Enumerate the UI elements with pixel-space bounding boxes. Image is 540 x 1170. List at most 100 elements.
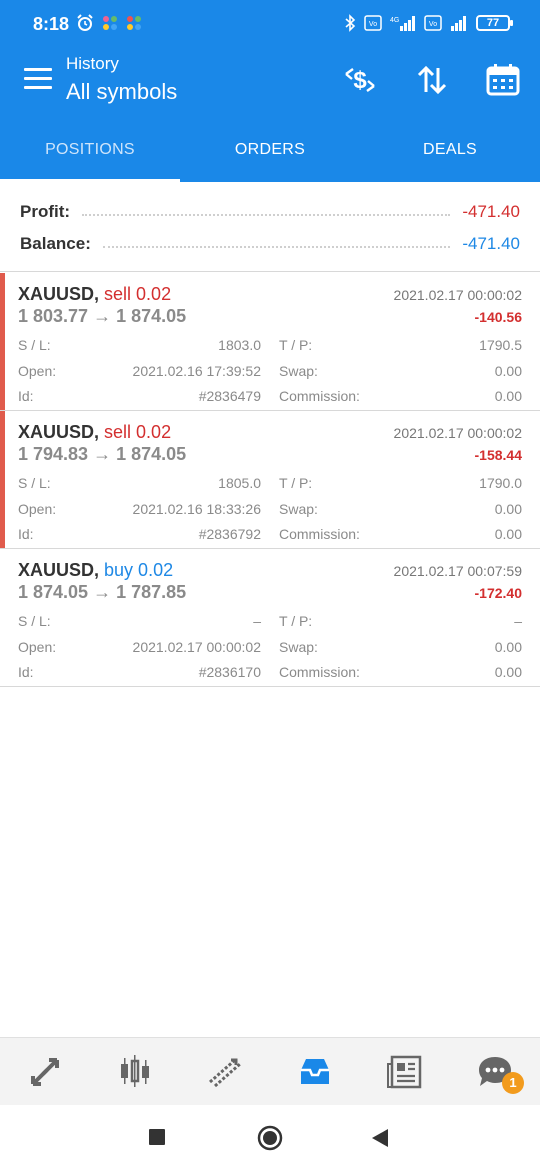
open-value: 2021.02.17 00:00:02 <box>132 638 261 655</box>
tab-orders[interactable]: ORDERS <box>180 118 360 182</box>
tab-positions[interactable]: POSITIONS <box>0 118 180 182</box>
sort-icon <box>417 65 447 95</box>
tp-label: T / P: <box>279 337 313 353</box>
sort-button[interactable] <box>412 60 452 100</box>
profit-value: -471.40 <box>462 202 520 221</box>
id-value: #2836170 <box>198 664 261 680</box>
news-icon <box>387 1055 422 1088</box>
tp-label: T / P: <box>279 475 313 491</box>
nav-trade[interactable] <box>180 1038 270 1105</box>
hamburger-icon-line <box>24 77 52 80</box>
trade-icon <box>209 1058 241 1087</box>
swap-label: Swap: <box>279 500 318 517</box>
id-value: #2836479 <box>198 388 261 404</box>
volte-icon: Vo <box>364 15 382 31</box>
dollar-exchange-icon: $ <box>345 67 375 94</box>
position-marker <box>0 411 5 548</box>
tp-label: T / P: <box>279 613 313 629</box>
position-profit: -172.40 <box>474 585 522 601</box>
swap-value: 0.00 <box>494 500 522 517</box>
hamburger-icon-line <box>24 86 52 89</box>
position-marker <box>0 273 5 410</box>
page-title[interactable]: All symbols <box>66 79 177 105</box>
status-system-icons: Vo 4G Vo 77 <box>344 14 513 32</box>
profit-label: Profit: <box>20 202 71 221</box>
nav-history[interactable] <box>270 1038 360 1105</box>
position-close-time: 2021.02.17 00:00:02 <box>393 287 522 303</box>
nav-chart[interactable] <box>90 1038 180 1105</box>
tp-value: 1790.5 <box>479 337 522 353</box>
position-prices: 1 803.77 → 1 874.05 <box>18 306 187 326</box>
list-item[interactable]: XAUUSD, sell 0.02 2021.02.17 00:00:02 1 … <box>0 411 540 549</box>
position-side: sell 0.02 <box>104 284 172 304</box>
position-symbol: XAUUSD, <box>18 284 100 304</box>
svg-text:Vo: Vo <box>429 21 437 28</box>
menu-button[interactable] <box>24 68 52 92</box>
svg-text:$: $ <box>353 67 367 94</box>
commission-value: 0.00 <box>494 388 522 404</box>
bottom-navigation: 1 <box>0 1037 540 1105</box>
sl-value: 1803.0 <box>218 337 261 353</box>
history-icon <box>301 1058 329 1084</box>
id-value: #2836792 <box>198 526 261 542</box>
signal-icon: 4G <box>390 16 415 31</box>
app-notification-icon <box>103 16 117 30</box>
calendar-button[interactable] <box>483 60 523 100</box>
page-subtitle: History <box>66 54 119 73</box>
sl-value: – <box>253 613 261 629</box>
home-circle-icon <box>257 1125 283 1151</box>
position-details: S / L: 1803.0 T / P: 1790.5 Open: 2021.02.16… <box>18 333 522 410</box>
bluetooth-icon <box>345 14 356 32</box>
position-prices: 1 874.05 → 1 787.85 <box>18 582 187 602</box>
commission-value: 0.00 <box>494 664 522 680</box>
position-profit: -140.56 <box>474 309 522 325</box>
square-icon <box>149 1129 165 1145</box>
signal-icon-2 <box>451 16 466 31</box>
recents-button[interactable] <box>149 1129 165 1150</box>
status-notification-icons <box>76 14 142 32</box>
position-profit: -158.44 <box>474 447 522 463</box>
dotted-leader <box>82 208 451 216</box>
deposit-withdraw-button[interactable]: $ <box>340 60 380 100</box>
open-value: 2021.02.16 17:39:52 <box>132 362 261 379</box>
position-close-time: 2021.02.17 00:00:02 <box>393 425 522 441</box>
commission-label: Commission: <box>279 388 360 404</box>
app-bar: History All symbols $ <box>0 48 540 118</box>
tab-deals[interactable]: DEALS <box>360 118 540 182</box>
messages-badge: 1 <box>502 1072 524 1094</box>
quotes-icon <box>31 1057 59 1086</box>
list-item[interactable]: XAUUSD, sell 0.02 2021.02.17 00:00:02 1 … <box>0 273 540 411</box>
list-item[interactable]: XAUUSD, buy 0.02 2021.02.17 00:07:59 1 8… <box>0 549 540 687</box>
nav-quotes[interactable] <box>0 1038 90 1105</box>
position-prices: 1 794.83 → 1 874.05 <box>18 444 187 464</box>
summary-panel: Profit: -471.40 Balance: -471.40 <box>0 182 540 272</box>
commission-value: 0.00 <box>494 526 522 542</box>
open-value: 2021.02.16 18:33:26 <box>132 500 261 517</box>
commission-label: Commission: <box>279 664 360 680</box>
home-button[interactable] <box>257 1125 283 1156</box>
nav-messages[interactable]: 1 <box>450 1038 540 1105</box>
tp-value: 1790.0 <box>479 475 522 491</box>
system-navigation-bar <box>0 1105 540 1170</box>
balance-row: Balance: -471.40 <box>20 228 520 260</box>
svg-text:4G: 4G <box>390 17 399 24</box>
position-symbol: XAUUSD, <box>18 422 100 442</box>
nav-news[interactable] <box>360 1038 450 1105</box>
hamburger-icon-line <box>24 68 52 71</box>
swap-value: 0.00 <box>494 638 522 655</box>
position-side: sell 0.02 <box>104 422 172 442</box>
profit-row: Profit: -471.40 <box>20 196 520 228</box>
position-symbol: XAUUSD, <box>18 560 100 580</box>
balance-label: Balance: <box>20 234 91 253</box>
status-time: 8:18 <box>33 14 70 34</box>
balance-value: -471.40 <box>462 234 520 253</box>
sl-value: 1805.0 <box>218 475 261 491</box>
swap-value: 0.00 <box>494 362 522 379</box>
commission-label: Commission: <box>279 526 360 542</box>
alarm-icon <box>77 14 93 31</box>
status-bar: 8:18 Vo 4G Vo 77 <box>0 0 540 48</box>
dotted-leader <box>102 240 451 248</box>
position-details: S / L: 1805.0 T / P: 1790.0 Open: 2021.02.16… <box>18 471 522 548</box>
back-button[interactable] <box>371 1128 389 1153</box>
chart-icon <box>121 1054 149 1087</box>
